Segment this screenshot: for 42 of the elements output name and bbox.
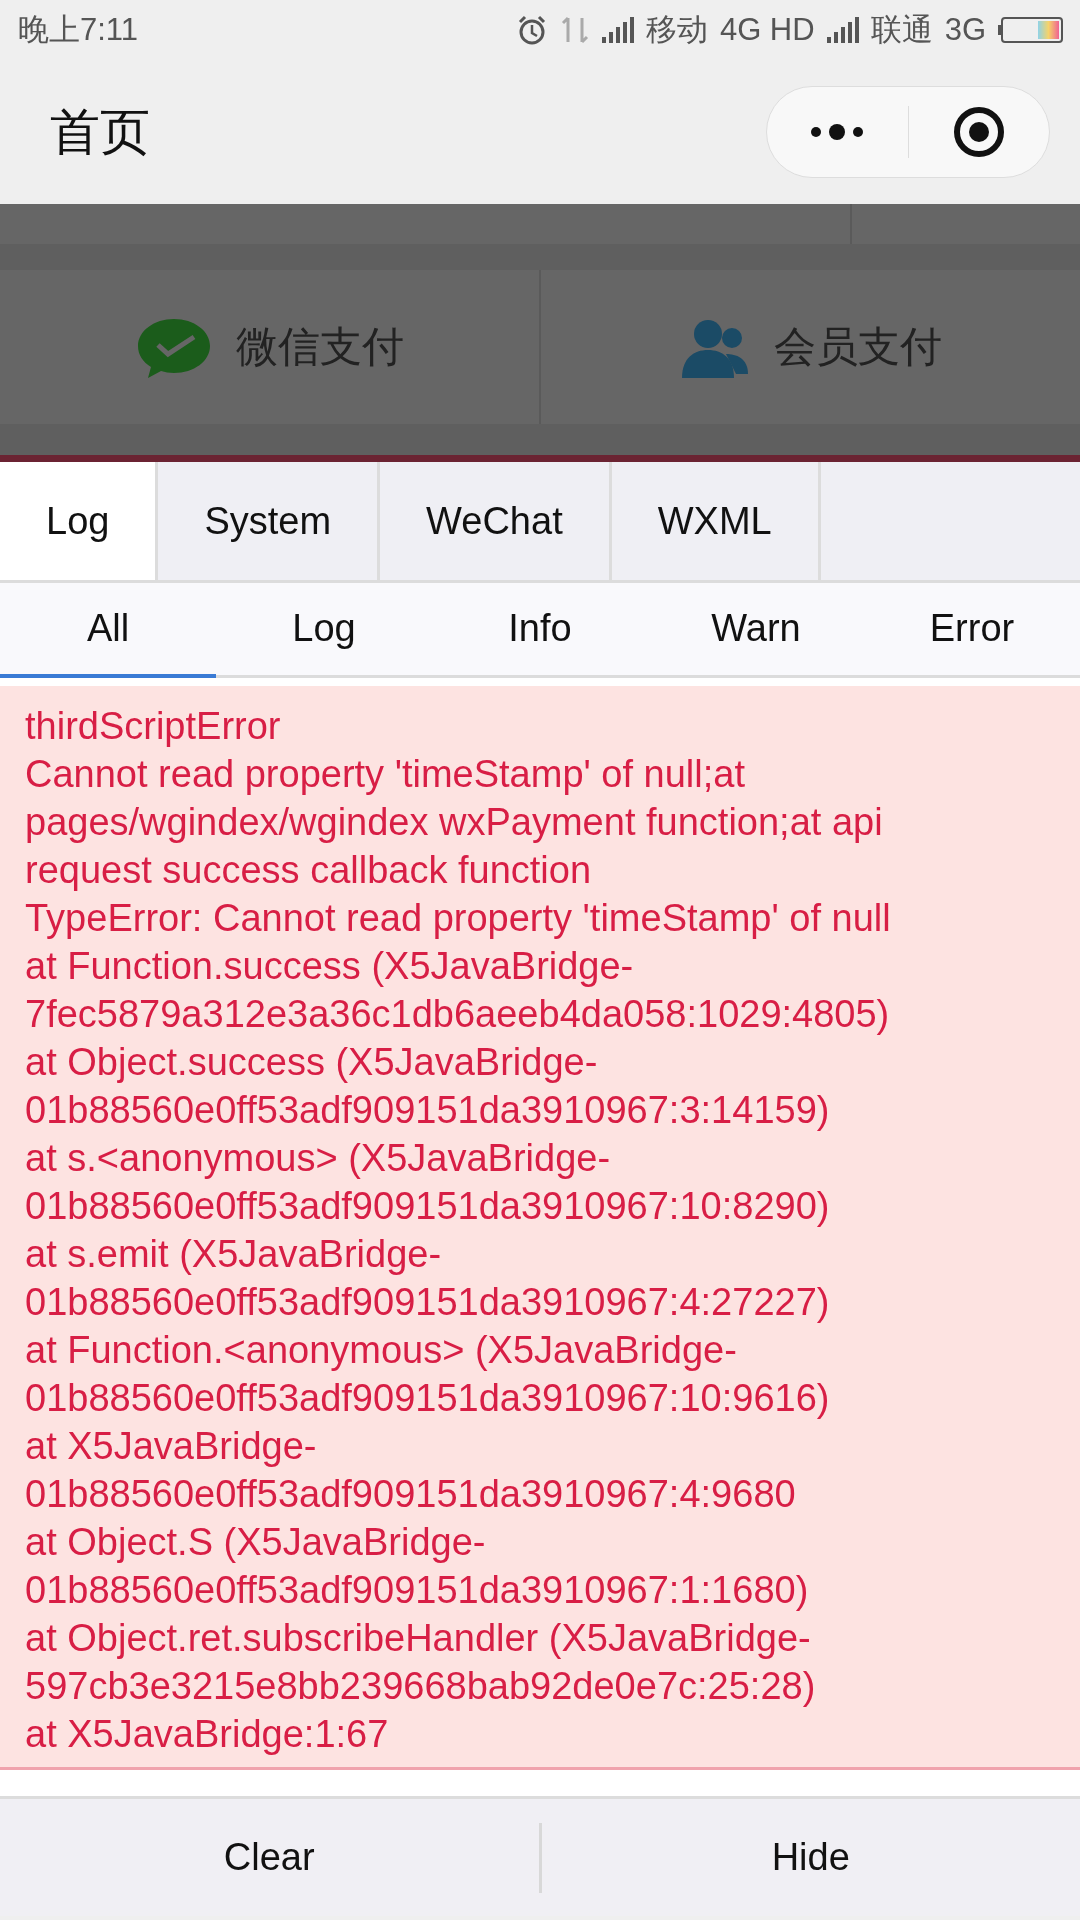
signal-icon [826,17,859,43]
log-line: at Object.success (X5JavaBridge- [25,1040,599,1085]
log-line: at Object.S (X5JavaBridge- [25,1520,487,1565]
network-type: 3G [944,12,986,48]
log-line: at s.emit (X5JavaBridge- [25,1232,443,1277]
filter-tab[interactable]: Log [216,583,432,678]
log-line: 7fec5879a312e3a36c1db6aeeb4da058:1029:4805) [25,992,891,1037]
log-line: at Object.ret.subscribeHandler (X5JavaBridge- [25,1616,812,1661]
target-icon [952,106,1005,158]
log-line: at s.<anonymous> (X5JavaBridge- [25,1136,612,1181]
filter-tab[interactable]: Info [432,583,648,678]
log-line: 01b88560e0ff53adf909151da3910967:4:27227) [25,1280,831,1325]
battery-icon [998,17,1064,43]
signal-icon [601,17,634,43]
filter-tab[interactable]: Warn [648,583,864,678]
data-arrows-icon [559,14,590,46]
console-tab[interactable]: Log [0,462,159,580]
log-line: at Function.success (X5JavaBridge- [25,944,635,989]
log-line: thirdScriptError [25,704,282,749]
footer-button[interactable]: Hide [541,1799,1080,1916]
filter-tab[interactable]: Error [864,583,1080,678]
log-line: 01b88560e0ff53adf909151da3910967:4:9680 [25,1472,797,1517]
log-line: at X5JavaBridge- [25,1424,318,1469]
log-line: at Function.<anonymous> (X5JavaBridge- [25,1328,738,1373]
log-line: request success callback function [25,848,593,893]
log-line: 01b88560e0ff53adf909151da3910967:10:8290) [25,1184,831,1229]
log-line: at X5JavaBridge:1:67 [25,1712,390,1757]
log-line: 597cb3e3215e8bb239668bab92de0e7c:25:28) [25,1664,817,1709]
page-title: 首页 [50,102,150,162]
filter-tab[interactable]: All [0,583,216,678]
status-time: 晚上7:11 [18,11,139,49]
carrier-name: 移动 [645,11,708,49]
footer-button[interactable]: Clear [0,1799,539,1916]
log-line: Cannot read property 'timeStamp' of null;at [25,752,746,797]
log-line: 01b88560e0ff53adf909151da3910967:3:14159) [25,1088,831,1133]
log-line: pages/wgindex/wgindex wxPayment function;at api [25,800,884,845]
carrier-name: 联通 [870,11,933,49]
log-line: 01b88560e0ff53adf909151da3910967:10:9616) [25,1376,831,1421]
network-type: 4G HD [719,12,815,48]
more-icon [810,122,865,142]
log-line: TypeError: Cannot read property 'timeStamp' of null [25,896,892,941]
log-line: 01b88560e0ff53adf909151da3910967:1:1680) [25,1568,810,1613]
